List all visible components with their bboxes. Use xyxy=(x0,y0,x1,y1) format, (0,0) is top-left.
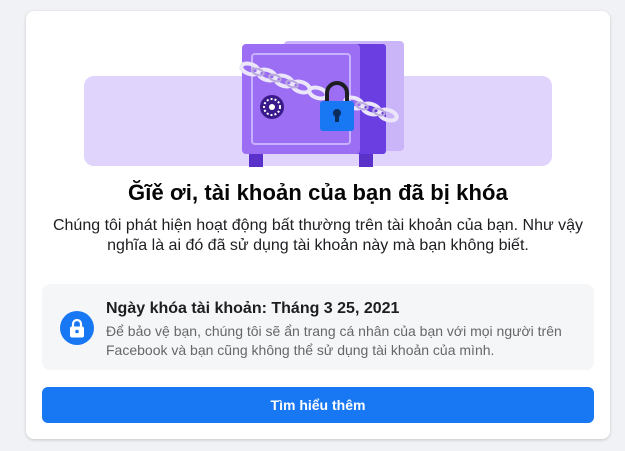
lock-date-title: Ngày khóa tài khoản: Tháng 3 25, 2021 xyxy=(106,300,400,317)
page-title: Ğĩě ơi, tài khoản của bạn đã bị khóa xyxy=(128,180,508,205)
lock-date-subtitle: Để bảo vệ bạn, chúng tôi sẽ ẩn trang cá … xyxy=(106,323,562,358)
description-text: Chúng tôi phát hiện hoạt động bất thường… xyxy=(52,217,584,254)
learn-more-button[interactable]: Tìm hiểu thêm xyxy=(42,387,594,423)
lock-date-info-box: Ngày khóa tài khoản: Tháng 3 25, 2021 Để… xyxy=(42,284,594,370)
locked-account-card: Ğĩě ơi, tài khoản của bạn đã bị khóa Chú… xyxy=(26,11,610,439)
lock-icon xyxy=(60,311,94,345)
locked-safe-illustration xyxy=(84,41,552,167)
